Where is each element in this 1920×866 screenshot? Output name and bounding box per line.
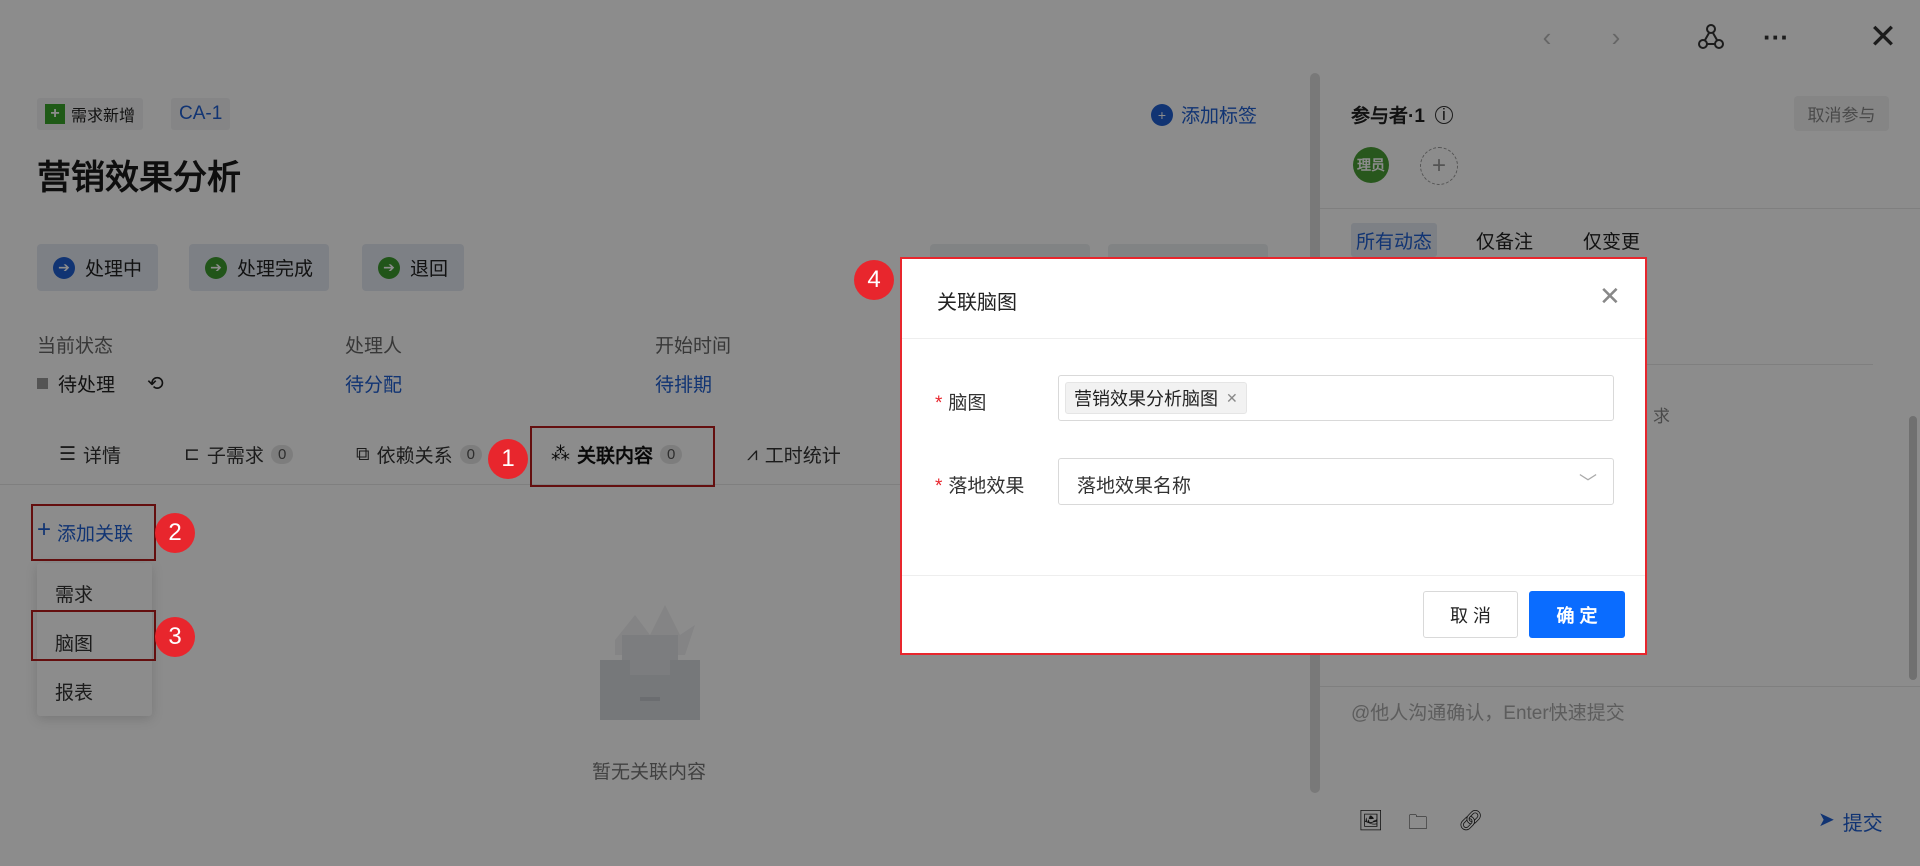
mindmap-field-label: * 脑图: [935, 393, 987, 414]
dialog-divider: [902, 575, 1645, 576]
confirm-button[interactable]: 确 定: [1529, 591, 1625, 638]
step-badge: 3: [155, 617, 195, 657]
remove-tag-icon[interactable]: ✕: [1226, 390, 1238, 407]
selected-tag-label: 营销效果分析脑图: [1074, 389, 1218, 409]
mindmap-select[interactable]: 营销效果分析脑图 ✕: [1058, 375, 1614, 421]
effect-select-value: 落地效果名称: [1077, 476, 1192, 497]
step-badge: 4: [854, 260, 894, 300]
dialog-title: 关联脑图: [937, 292, 1017, 314]
effect-field-label: * 落地效果: [935, 476, 1025, 497]
label-text: 脑图: [948, 393, 987, 414]
link-mindmap-dialog: 关联脑图 ✕ * 脑图 营销效果分析脑图 ✕ * 落地效果 落地效果名称 ﹀ 取 消 …: [900, 257, 1647, 655]
step-badge: 1: [488, 439, 528, 479]
cancel-button[interactable]: 取 消: [1423, 591, 1518, 638]
step-badge: 2: [155, 513, 195, 553]
close-icon[interactable]: ✕: [1599, 281, 1621, 312]
selected-tag: 营销效果分析脑图 ✕: [1065, 382, 1247, 414]
chevron-down-icon: ﹀: [1579, 473, 1597, 493]
effect-select[interactable]: 落地效果名称 ﹀: [1058, 458, 1614, 505]
dialog-divider: [902, 338, 1645, 339]
label-text: 落地效果: [948, 476, 1025, 497]
